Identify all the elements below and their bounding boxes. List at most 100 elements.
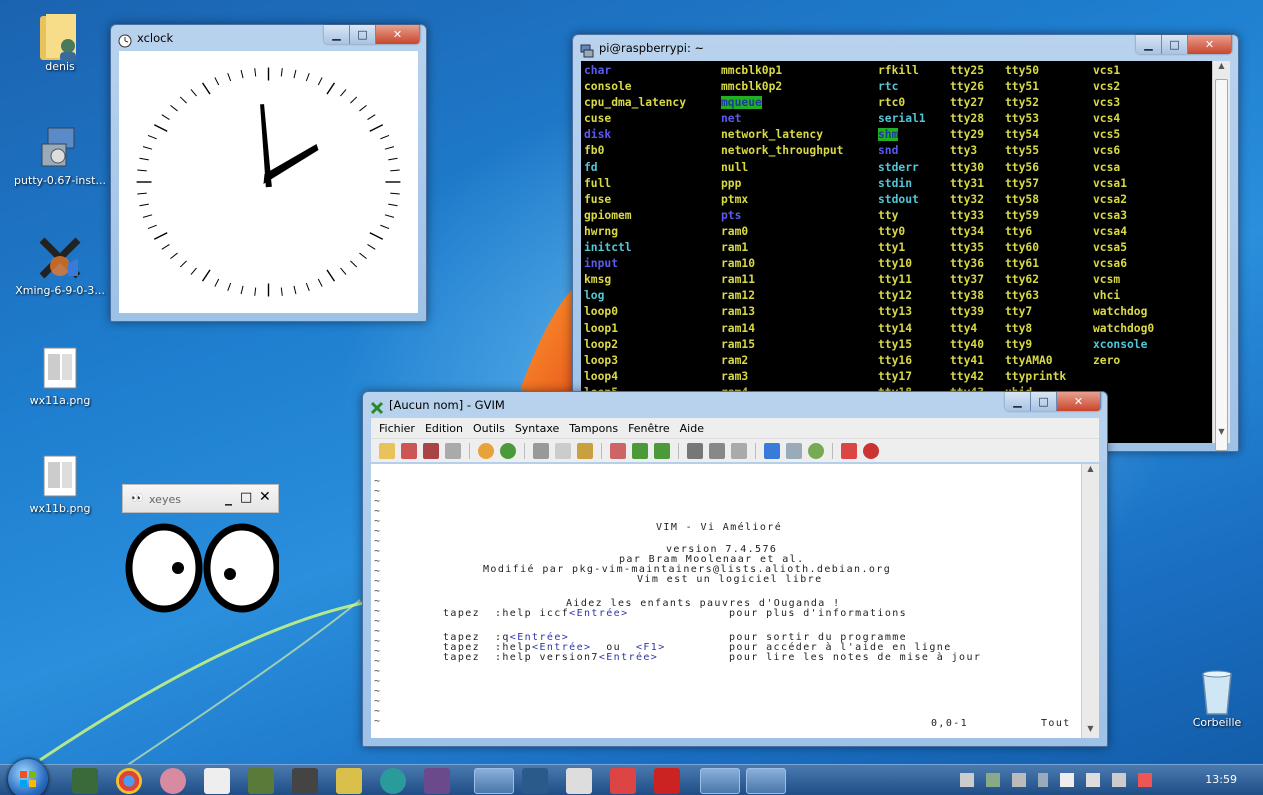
save-all-icon[interactable] (423, 442, 439, 459)
menu-item-2[interactable]: Outils (473, 422, 505, 435)
desktop-icon-label: wx11b.png (29, 502, 91, 515)
terminal-entry: tty15 (878, 337, 913, 351)
gvim-window[interactable]: [Aucun nom] - GVIM ▁ □ ✕ Fichier Edition O… (362, 391, 1108, 747)
maximize-button[interactable]: □ (350, 25, 376, 44)
paste-icon[interactable] (577, 442, 593, 459)
taskbar-app-bird[interactable] (522, 768, 548, 794)
menu-item-6[interactable]: Aide (680, 422, 704, 435)
taskbar-app-putty[interactable] (474, 768, 514, 794)
replace-icon[interactable] (610, 442, 626, 459)
xeyes-titlebar[interactable]: 👀 xeyes _ □ ✕ (122, 484, 279, 513)
xclock-titlebar[interactable]: xclock ▁ □ ✕ (111, 25, 426, 51)
maximize-button[interactable]: □ (1031, 392, 1057, 411)
clock-tick (390, 169, 400, 172)
desktop-icon-corbeille[interactable]: Corbeille (1162, 668, 1263, 729)
save-icon[interactable] (401, 442, 417, 459)
terminal-entry: vcs6 (1093, 144, 1121, 158)
redo-icon[interactable] (500, 442, 516, 459)
cut-icon[interactable] (533, 442, 549, 459)
scroll-down-arrow[interactable]: ▼ (1082, 724, 1099, 738)
taskbar-app-search[interactable] (566, 768, 592, 794)
close-button[interactable]: ✕ (259, 489, 271, 505)
minimize-button[interactable]: ▁ (1005, 392, 1031, 411)
taskbar-app-archive[interactable] (424, 768, 450, 794)
run-script-icon[interactable] (731, 442, 747, 459)
taskbar-app-chrome[interactable] (116, 768, 142, 794)
gvim-toolbar (371, 438, 1099, 462)
gvim-titlebar[interactable]: [Aucun nom] - GVIM ▁ □ ✕ (363, 392, 1107, 418)
menu-item-1[interactable]: Edition (425, 422, 463, 435)
bluetooth-tray-icon[interactable] (1038, 773, 1048, 787)
help-icon[interactable] (841, 442, 857, 459)
menu-item-3[interactable]: Syntaxe (515, 422, 559, 435)
make-icon[interactable] (764, 442, 780, 459)
scroll-up-arrow[interactable]: ▲ (1213, 61, 1230, 77)
terminal-entry: vcsa (1093, 160, 1121, 174)
taskbar-app-tool[interactable] (248, 768, 274, 794)
find-next-icon[interactable] (632, 442, 648, 459)
maximize-button[interactable]: □ (1162, 35, 1188, 54)
desktop-icon-wx11b[interactable]: wx11b.png (5, 454, 115, 515)
desktop-icon-putty[interactable]: putty-0.67-inst... (5, 126, 115, 187)
taskbar-app-flower[interactable] (160, 768, 186, 794)
desktop-icon-xming[interactable]: Xming-6-9-0-3... (5, 236, 115, 297)
gvim-text-area[interactable]: ~ ~ ~ ~ ~ ~ ~ ~ ~ ~ ~ ~ ~ ~ ~ ~ ~ ~ ~ ~ ~ ~ ~ ~ ~ VIM - Vi Améli… (371, 464, 1081, 738)
xeyes-window[interactable]: 👀 xeyes _ □ ✕ (122, 484, 279, 614)
taskbar-app-editor[interactable] (72, 768, 98, 794)
taskbar-app-7zip[interactable] (292, 768, 318, 794)
terminal-titlebar[interactable]: pi@raspberrypi: ~ ▁ □ ✕ (573, 35, 1238, 61)
close-button[interactable]: ✕ (1188, 35, 1232, 54)
action-center-icon[interactable] (1060, 773, 1074, 787)
search-help-icon[interactable] (863, 442, 879, 459)
terminal-entry: tty4 (950, 321, 978, 335)
close-button[interactable]: ✕ (376, 25, 420, 44)
taskbar-app-arduino[interactable] (380, 768, 406, 794)
print-icon[interactable] (445, 442, 461, 459)
minimize-button[interactable]: _ (225, 490, 232, 506)
taskbar-app-gvim[interactable] (700, 768, 740, 794)
gvim-scrollbar[interactable]: ▲ ▼ (1081, 464, 1099, 738)
load-session-icon[interactable] (687, 442, 703, 459)
terminal-window[interactable]: pi@raspberrypi: ~ ▁ □ ✕ char mmcblk0p1 rfk… (572, 34, 1239, 452)
open-icon[interactable] (379, 442, 395, 459)
close-button[interactable]: ✕ (1057, 392, 1101, 411)
menu-item-5[interactable]: Fenêtre (628, 422, 670, 435)
build-tags-icon[interactable] (786, 442, 802, 459)
scroll-up-arrow[interactable]: ▲ (1082, 464, 1099, 478)
scroll-thumb[interactable] (1215, 79, 1228, 451)
minimize-button[interactable]: ▁ (324, 25, 350, 44)
find-prev-icon[interactable] (654, 442, 670, 459)
taskbar-app-xming[interactable] (746, 768, 786, 794)
taskbar-app-filezilla[interactable] (654, 768, 680, 794)
undo-icon[interactable] (478, 442, 494, 459)
terminal-entry: tty54 (1005, 128, 1040, 142)
vim-tray-icon[interactable] (986, 773, 1000, 787)
taskbar-app-red[interactable] (610, 768, 636, 794)
xclock-window[interactable]: xclock ▁ □ ✕ (110, 24, 427, 322)
xming-tray-icon[interactable] (960, 773, 974, 787)
start-button[interactable] (8, 759, 48, 795)
volume-icon[interactable] (1138, 773, 1152, 787)
minimize-button[interactable]: ▁ (1136, 35, 1162, 54)
desktop-icon-denis[interactable]: denis (5, 12, 115, 73)
tray-clock[interactable]: 13:59 (1205, 773, 1237, 786)
desktop-icon-wx11a[interactable]: wx11a.png (5, 346, 115, 407)
save-session-icon[interactable] (709, 442, 725, 459)
copy-icon[interactable] (555, 442, 571, 459)
scroll-down-arrow[interactable]: ▼ (1213, 427, 1230, 443)
maximize-button[interactable]: □ (240, 490, 252, 505)
menu-item-4[interactable]: Tampons (569, 422, 618, 435)
jump-tag-icon[interactable] (808, 442, 824, 459)
menu-item-0[interactable]: Fichier (379, 422, 415, 435)
flag-tray-icon[interactable] (1086, 773, 1100, 787)
network-tray-icon[interactable] (1012, 773, 1026, 787)
terminal-output[interactable]: char mmcblk0p1 rfkill tty25 tty50 vcs1 console… (581, 61, 1212, 443)
desktop-icon-label: Corbeille (1192, 716, 1242, 729)
clock-tick (367, 114, 376, 121)
terminal-entry: watchdog0 (1093, 321, 1155, 335)
terminal-entry: mmcblk0p2 (721, 80, 783, 94)
terminal-scrollbar[interactable]: ▲ ▼ (1212, 61, 1230, 451)
taskbar-app-book[interactable] (336, 768, 362, 794)
display-tray-icon[interactable] (1112, 773, 1126, 787)
taskbar-app-notepad[interactable] (204, 768, 230, 794)
